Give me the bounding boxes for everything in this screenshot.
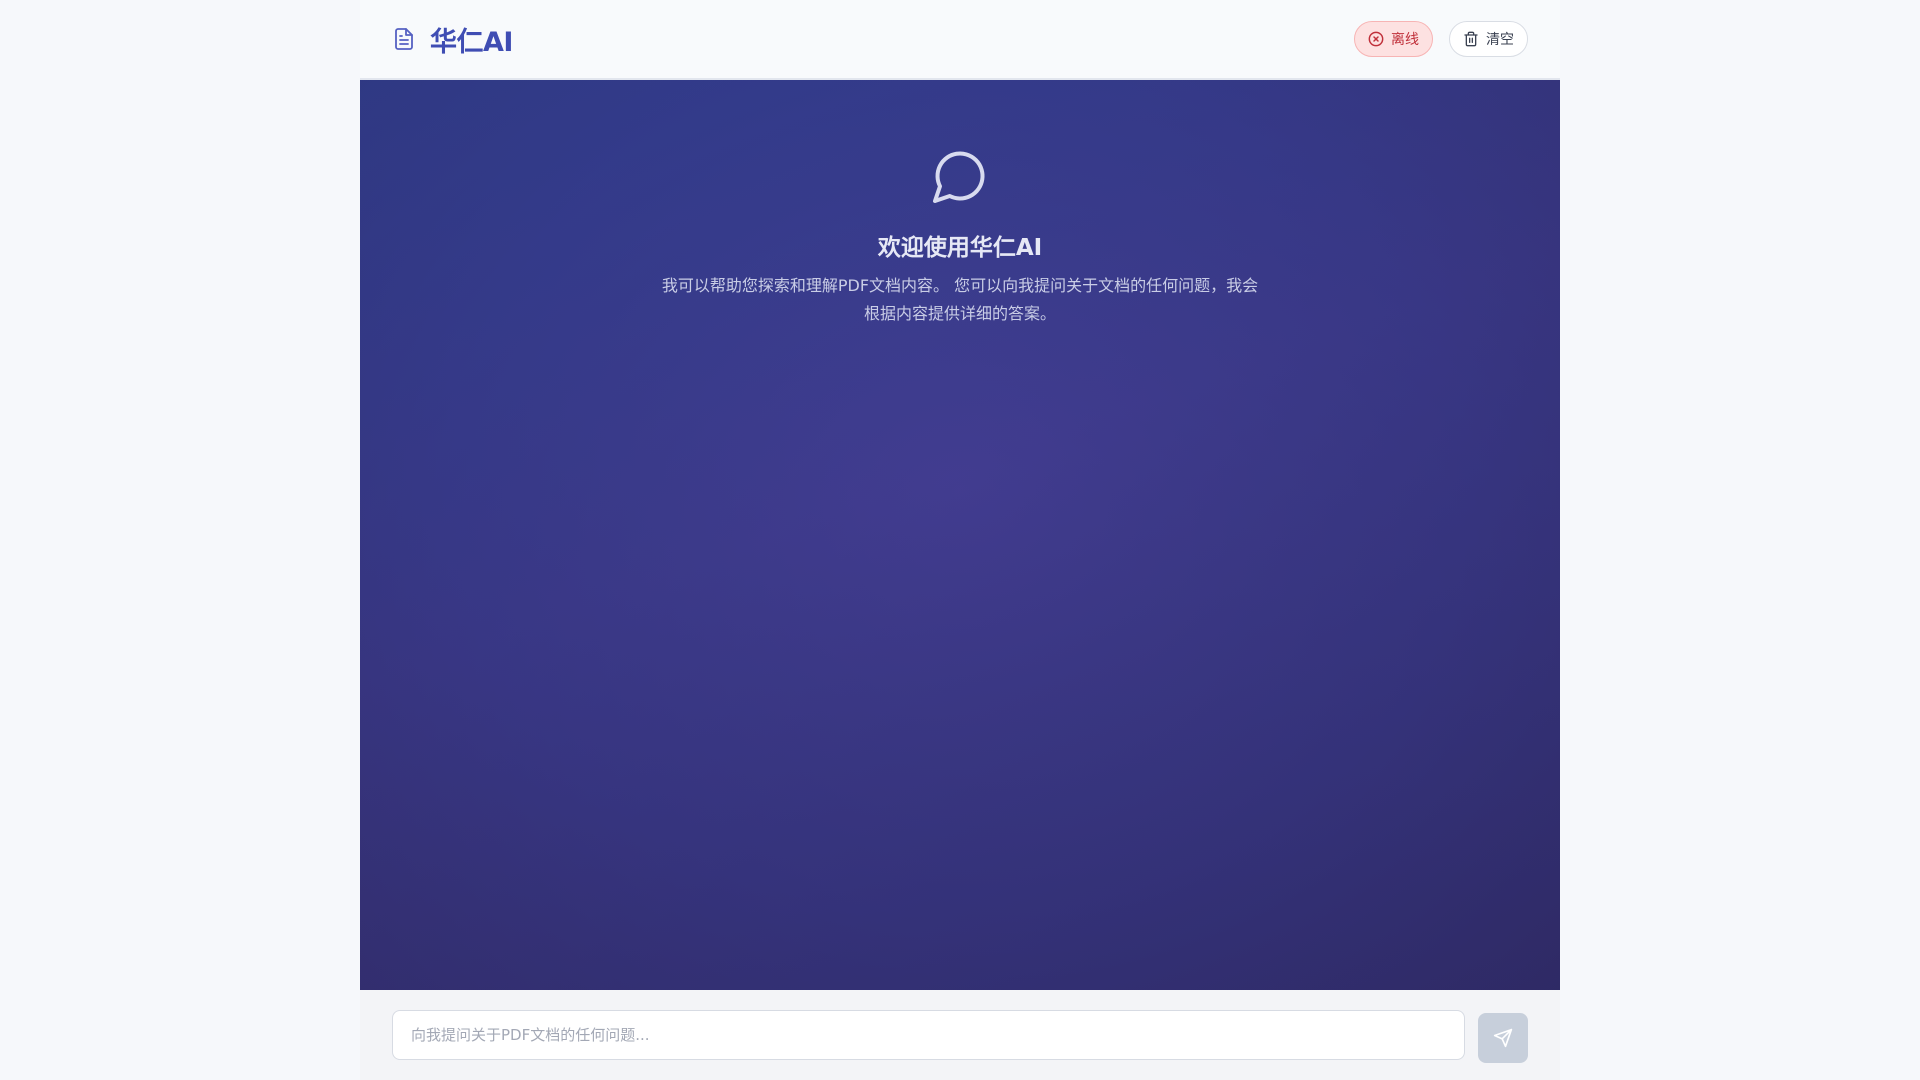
clear-button[interactable]: 清空: [1449, 21, 1528, 57]
status-label: 离线: [1391, 32, 1419, 48]
message-circle-icon: [930, 146, 990, 206]
trash-icon: [1463, 31, 1479, 47]
question-input[interactable]: [409, 1025, 1448, 1045]
header-actions: 离线 清空: [1354, 21, 1528, 57]
send-icon: [1493, 1028, 1513, 1048]
composer: [360, 990, 1560, 1080]
welcome-title: 欢迎使用华仁AI: [877, 235, 1043, 261]
x-circle-icon: [1368, 31, 1384, 47]
clear-label: 清空: [1486, 32, 1514, 48]
send-button[interactable]: [1478, 1012, 1528, 1063]
brand: 华仁AI: [392, 20, 513, 59]
file-text-icon: [392, 27, 416, 51]
connection-status-button[interactable]: 离线: [1354, 21, 1433, 57]
question-input-wrapper: [392, 1010, 1465, 1060]
app-title: 华仁AI: [430, 26, 513, 58]
welcome-panel: 欢迎使用华仁AI 我可以帮助您探索和理解PDF文档内容。 您可以向我提问关于文档…: [660, 146, 1260, 328]
welcome-description: 我可以帮助您探索和理解PDF文档内容。 您可以向我提问关于文档的任何问题，我会根…: [661, 276, 1259, 323]
chat-area[interactable]: 欢迎使用华仁AI 我可以帮助您探索和理解PDF文档内容。 您可以向我提问关于文档…: [360, 80, 1560, 990]
header: 华仁AI 离线 清空: [360, 0, 1560, 80]
app-window: 华仁AI 离线 清空 欢迎使用华仁AI 我可以帮助您探索和理解PDF文档内容。 …: [360, 0, 1560, 1080]
